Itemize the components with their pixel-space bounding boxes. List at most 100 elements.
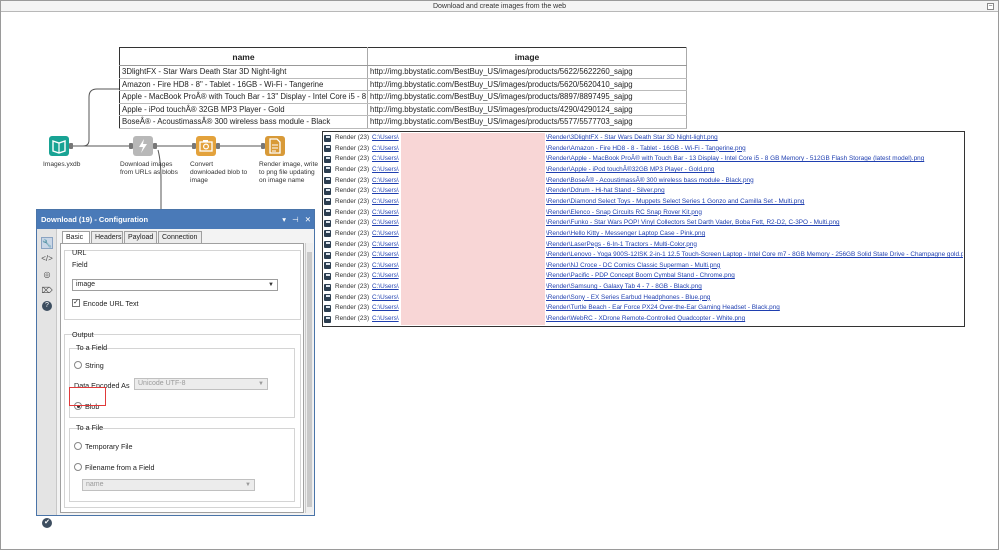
render-file-link[interactable]: \Render\BoseÂ® - AcoustimassÂ® 300 wirel… (546, 176, 754, 187)
render-path-prefix[interactable]: C:\Users\ (372, 165, 399, 176)
basic-tab-body: URL Field image ▼ ✓ Encode URL Text Outp… (60, 243, 304, 513)
render-path-prefix[interactable]: C:\Users\ (372, 197, 399, 208)
render-results-window[interactable]: Render (23) C:\Users\ \Render\3DlightFX - … (322, 131, 965, 327)
input-anchor[interactable] (261, 143, 265, 149)
render-path-prefix[interactable]: C:\Users\ (372, 240, 399, 251)
output-anchor[interactable] (153, 143, 157, 149)
render-path-prefix[interactable]: C:\Users\ (372, 314, 399, 325)
render-path-prefix[interactable]: C:\Users\ (372, 303, 399, 314)
render-file-link[interactable]: \Render\LaserPegs - 6-In-1 Tractors - Mu… (546, 240, 697, 251)
render-path-prefix[interactable]: C:\Users\ (372, 176, 399, 187)
browse-data-table[interactable]: name image 3DlightFX - Star Wars Death S… (119, 47, 687, 129)
blob-highlight-box (69, 387, 106, 406)
to-file-label: To a File (76, 423, 104, 432)
render-path-prefix[interactable]: C:\Users\ (372, 208, 399, 219)
tab-connection[interactable]: Connection (158, 231, 202, 243)
render-file-link[interactable]: \Render\Ddrum - Hi-hat Stand - Silver.pn… (546, 186, 665, 197)
render-file-link[interactable]: \Render\Turtle Beach - Ear Force PX24 Ov… (546, 303, 780, 314)
scrollbar-thumb[interactable] (307, 252, 312, 507)
render-file-link[interactable]: \Render\Diamond Select Toys - Muppets Se… (546, 197, 804, 208)
table-row[interactable]: BoseÂ® - AcoustimassÂ® 300 wireless bass… (119, 115, 687, 129)
save-disk-icon (324, 219, 331, 227)
encoding-select[interactable]: Unicode UTF-8 ▼ (134, 378, 268, 390)
render-path-prefix[interactable]: C:\Users\ (372, 229, 399, 240)
cell-name: BoseÂ® - AcoustimassÂ® 300 wireless bass… (119, 115, 368, 129)
render-path-prefix[interactable]: C:\Users\ (372, 250, 399, 261)
render-source: Render (23) (335, 293, 370, 301)
render-file-link[interactable]: \Render\Hello Kitty - Messenger Laptop C… (546, 229, 705, 240)
render-path-prefix[interactable]: C:\Users\ (372, 282, 399, 293)
render-path-prefix[interactable]: C:\Users\ (372, 271, 399, 282)
render-file-link[interactable]: \Render\Apple - MacBook ProÂ® with Touch… (546, 154, 924, 165)
save-disk-icon (324, 283, 331, 291)
blob-convert-tool[interactable] (196, 136, 216, 156)
cell-name: Amazon - Fire HD8 - 8" - Tablet - 16GB -… (119, 78, 368, 91)
save-disk-icon (324, 187, 331, 195)
output-anchor[interactable] (216, 143, 220, 149)
table-row[interactable]: Apple - MacBook ProÂ® with Touch Bar - 1… (119, 90, 687, 104)
config-title-buttons: ▾ ⊣ ✕ (278, 210, 311, 229)
render-file-link[interactable]: \Render\Elenco - Snap Circuits RC Snap R… (546, 208, 702, 219)
download-tool[interactable] (133, 136, 153, 156)
field-select-value: image (76, 281, 96, 288)
render-file-link[interactable]: \Render\Apple - iPod touchÂ®32GB MP3 Pla… (546, 165, 714, 176)
document-icon (269, 138, 281, 154)
tag-icon[interactable]: ⌦ (41, 285, 53, 297)
code-icon[interactable]: </> (41, 253, 53, 265)
table-row[interactable]: 3DlightFX - Star Wars Death Star 3D Nigh… (119, 65, 687, 79)
column-header-image[interactable]: image (367, 47, 687, 66)
input-data-tool[interactable] (49, 136, 69, 156)
save-disk-icon (324, 177, 331, 185)
render-file-link[interactable]: \Render\Amazon - Fire HD8 - 8 - Tablet -… (546, 144, 746, 155)
render-file-link[interactable]: \Render\3DlightFX - Star Wars Death Star… (546, 133, 718, 144)
lightning-icon (139, 139, 147, 153)
output-anchor[interactable] (69, 143, 73, 149)
render-path-prefix[interactable]: C:\Users\ (372, 293, 399, 304)
table-row[interactable]: Amazon - Fire HD8 - 8" - Tablet - 16GB -… (119, 78, 687, 91)
chevron-down-icon: ▼ (268, 282, 274, 288)
tab-payload[interactable]: Payload (124, 231, 157, 243)
render-file-link[interactable]: \Render\Lenovo - Yoga 900S-12ISK 2-in-1 … (546, 250, 963, 261)
config-scrollbar[interactable] (305, 243, 313, 513)
target-icon[interactable]: ◎ (41, 269, 53, 281)
render-tool[interactable] (265, 136, 285, 156)
save-disk-icon (324, 209, 331, 217)
string-radio[interactable] (74, 361, 82, 369)
render-file-link[interactable]: \Render\NJ Croce - DC Comics Classic Sup… (546, 261, 720, 272)
close-icon[interactable]: ✕ (305, 215, 311, 224)
filename-field-select[interactable]: name ▼ (82, 479, 255, 491)
render-file-link[interactable]: \Render\WebRC - XDrone Remote-Controlled… (546, 314, 745, 325)
column-header-name[interactable]: name (119, 47, 368, 66)
render-path-prefix[interactable]: C:\Users\ (372, 133, 399, 144)
save-disk-icon (324, 155, 331, 163)
render-path-prefix[interactable]: C:\Users\ (372, 186, 399, 197)
help-icon[interactable]: ? (42, 301, 52, 311)
check-icon[interactable]: ✔ (42, 518, 52, 528)
render-source: Render (23) (335, 176, 370, 184)
filename-field-radio[interactable] (74, 463, 82, 471)
dropdown-icon[interactable]: ▾ (282, 215, 286, 224)
field-label: Field (72, 260, 88, 269)
render-file-link[interactable]: \Render\Samsung - Galaxy Tab 4 - 7 - 8GB… (546, 282, 702, 293)
table-row[interactable]: Apple - iPod touchÂ® 32GB MP3 Player - G… (119, 103, 687, 116)
render-file-link[interactable]: \Render\Sony - EX Series Earbud Headphon… (546, 293, 710, 304)
workflow-canvas[interactable]: Download and create images from the web … (0, 0, 999, 550)
save-disk-icon (324, 134, 331, 142)
input-anchor[interactable] (129, 143, 133, 149)
render-file-link[interactable]: \Render\Funko - Star Wars POP! Vinyl Col… (546, 218, 840, 229)
render-file-link[interactable]: \Render\Pacific - PDP Concept Boom Cymba… (546, 271, 735, 282)
render-path-prefix[interactable]: C:\Users\ (372, 154, 399, 165)
render-path-prefix[interactable]: C:\Users\ (372, 218, 399, 229)
input-anchor[interactable] (192, 143, 196, 149)
render-path-prefix[interactable]: C:\Users\ (372, 144, 399, 155)
tab-headers[interactable]: Headers (91, 231, 123, 243)
encode-url-checkbox[interactable]: ✓ (72, 299, 80, 307)
cell-name: 3DlightFX - Star Wars Death Star 3D Nigh… (119, 65, 368, 79)
field-select[interactable]: image ▼ (72, 279, 278, 291)
render-source: Render (23) (335, 197, 370, 205)
configuration-panel[interactable]: Download (19) - Configuration ▾ ⊣ ✕ 🔧 </… (36, 209, 315, 528)
render-path-prefix[interactable]: C:\Users\ (372, 261, 399, 272)
pin-icon[interactable]: ⊣ (292, 215, 299, 224)
temporary-file-radio[interactable] (74, 442, 82, 450)
wrench-icon[interactable]: 🔧 (41, 237, 53, 249)
